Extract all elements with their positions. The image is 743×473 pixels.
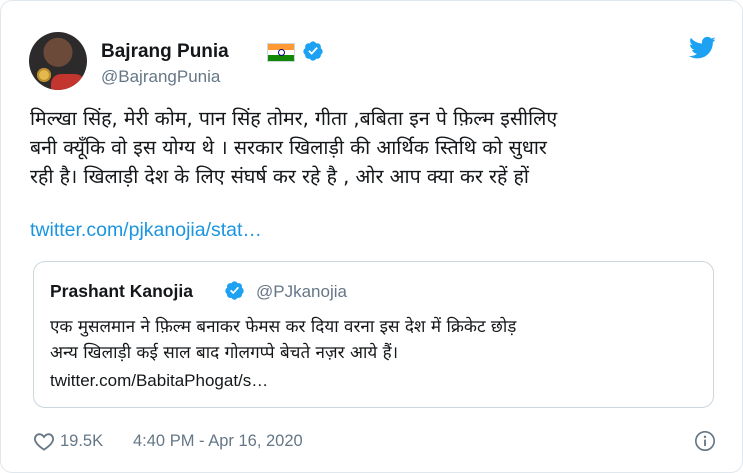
tweet-footer: 19.5K 4:40 PM - Apr 16, 2020: [33, 429, 723, 455]
verified-badge-icon: [225, 281, 244, 300]
author-handle[interactable]: @BajrangPunia: [101, 67, 220, 87]
avatar-medal: [37, 68, 51, 82]
quoted-tweet-text: एक मुसलमान ने फ़िल्म बनाकर फेमस कर दिया …: [50, 314, 700, 366]
tweet-link[interactable]: twitter.com/pjkanojia/stat…: [30, 219, 262, 242]
twitter-bird-icon[interactable]: [689, 36, 716, 60]
avatar-shirt: [51, 74, 85, 90]
quoted-tweet-link: twitter.com/BabitaPhogat/s…: [50, 371, 269, 390]
tweet-card: Bajrang Punia @BajrangPunia मिल्खा सिंह,…: [0, 0, 743, 473]
tweet-text: मिल्खा सिंह, मेरी कोम, पान सिंह तोमर, गी…: [30, 104, 720, 191]
info-icon[interactable]: [694, 430, 716, 452]
quoted-text-line: एक मुसलमान ने फ़िल्म बनाकर फेमस कर दिया …: [50, 317, 517, 337]
like-count[interactable]: 19.5K: [60, 432, 103, 451]
tweet-text-line: मिल्खा सिंह, मेरी कोम, पान सिंह तोमर, गी…: [30, 107, 558, 130]
avatar[interactable]: [29, 32, 87, 90]
quoted-author-handle: @PJkanojia: [256, 282, 347, 301]
tweet-text-line: बनी क्यूँकि वो इस योग्य थे । सरकार खिलाड…: [30, 136, 547, 159]
quoted-tweet[interactable]: Prashant Kanojia @PJkanojia एक मुसलमान न…: [33, 261, 714, 408]
timestamp[interactable]: 4:40 PM - Apr 16, 2020: [133, 432, 303, 451]
author-name[interactable]: Bajrang Punia: [101, 41, 229, 63]
quoted-text-line: अन्य खिलाड़ी कई साल बाद गोलगप्पे बेचते न…: [50, 343, 399, 363]
india-flag-icon: [267, 43, 295, 62]
quoted-author-name: Prashant Kanojia: [50, 281, 193, 301]
tweet-text-line: रही है। खिलाड़ी देश के लिए संघर्ष कर रहे…: [30, 165, 529, 188]
heart-icon[interactable]: [33, 431, 55, 451]
verified-badge-icon: [303, 41, 323, 61]
